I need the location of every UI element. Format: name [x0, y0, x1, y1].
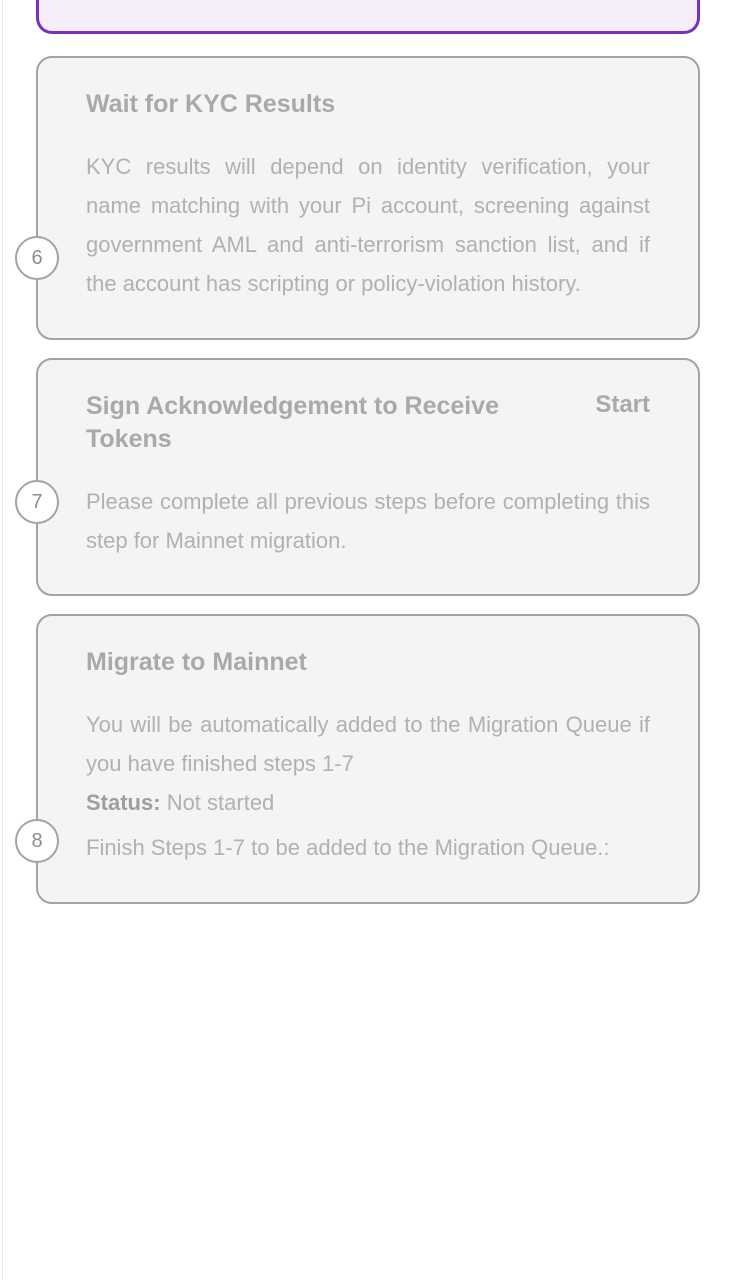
step-badge-6: 6 [15, 236, 59, 280]
status-value: Not started [166, 790, 275, 816]
step-card-sign-acknowledgement[interactable]: Sign Acknowledgement to Receive Tokens S… [36, 357, 700, 596]
step-item-migrate-to-mainnet: 8 Migrate to Mainnet You will be automat… [0, 613, 734, 904]
status-detail: Finish Steps 1-7 to be added to the Migr… [86, 835, 610, 861]
step-description: Please complete all previous steps befor… [86, 488, 650, 553]
step-title: Migrate to Mainnet [86, 647, 307, 676]
step-title: Wait for KYC Results [86, 90, 336, 118]
step-card-wait-for-kyc-results[interactable]: Wait for KYC Results KYC results will de… [36, 56, 700, 340]
step-description: KYC results will depend on identity veri… [86, 154, 650, 297]
step-card-migrate-to-mainnet[interactable]: Migrate to Mainnet You will be automatic… [36, 613, 700, 904]
step-item-partial-top [0, 0, 734, 34]
migration-steps-list: 6 Wait for KYC Results KYC results will … [0, 0, 734, 922]
step-item-wait-for-kyc-results: 6 Wait for KYC Results KYC results will … [0, 56, 734, 340]
step-start-action[interactable]: Start [595, 390, 650, 419]
step-item-sign-acknowledgement: 7 Sign Acknowledgement to Receive Tokens… [0, 357, 734, 596]
status-badge: Status: Not started [86, 783, 650, 822]
status-label: Status: [86, 790, 161, 816]
step-header: Sign Acknowledgement to Receive Tokens S… [86, 390, 650, 456]
step-description: You will be automatically added to the M… [86, 711, 650, 777]
step-header: Migrate to Mainnet [86, 646, 650, 679]
step-badge-7: 7 [15, 479, 59, 524]
step-title: Sign Acknowledgement to Receive Tokens [86, 391, 500, 453]
step-card-highlighted[interactable] [36, 0, 700, 34]
step-header: Wait for KYC Results [86, 88, 650, 121]
step-badge-8: 8 [15, 818, 59, 863]
